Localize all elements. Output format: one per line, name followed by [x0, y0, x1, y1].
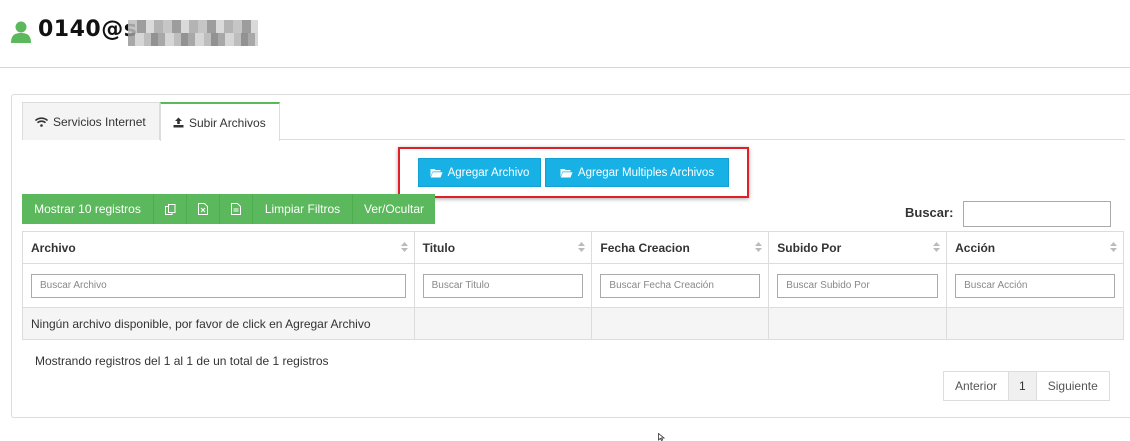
filter-fecha-input[interactable] [600, 273, 761, 298]
tab-label: Subir Archivos [189, 115, 266, 130]
records-info: Mostrando registros del 1 al 1 de un tot… [35, 354, 329, 368]
next-page-button[interactable]: Siguiente [1037, 372, 1109, 400]
copy-icon [164, 203, 175, 215]
page-header: 0140@s [0, 0, 1130, 68]
export-file-button[interactable] [220, 194, 253, 224]
table-header-row: Archivo Titulo Fecha Creacion Subido Por… [22, 231, 1124, 264]
file-icon [231, 203, 241, 215]
search-label: Buscar: [905, 205, 954, 220]
sort-icon [933, 242, 941, 252]
column-header-accion[interactable]: Acción [946, 231, 1124, 264]
filter-row [22, 263, 1124, 308]
tab-label: Servicios Internet [53, 114, 146, 129]
search-input[interactable] [963, 201, 1111, 227]
table-row: Ningún archivo disponible, por favor de … [22, 307, 1124, 340]
filter-accion-input[interactable] [955, 273, 1115, 298]
excel-file-icon [198, 203, 208, 215]
tab-subir-archivos[interactable]: Subir Archivos [160, 102, 280, 141]
sort-icon [578, 242, 586, 252]
upload-icon [173, 117, 184, 128]
folder-open-icon [560, 168, 573, 177]
user-icon [11, 21, 31, 43]
redacted-username [128, 20, 258, 46]
copy-button[interactable] [154, 194, 187, 224]
empty-message: Ningún archivo disponible, por favor de … [22, 307, 415, 340]
column-header-archivo[interactable]: Archivo [22, 231, 415, 264]
page-button-1[interactable]: 1 [1009, 372, 1037, 400]
pagination: Anterior 1 Siguiente [943, 371, 1110, 401]
tab-servicios-internet[interactable]: Servicios Internet [22, 102, 160, 140]
toggle-columns-button[interactable]: Ver/Ocultar [353, 194, 435, 224]
table-toolbar: Mostrar 10 registros Limpiar Filtros Ver… [22, 194, 435, 224]
filter-archivo-input[interactable] [31, 273, 406, 298]
column-header-fecha-creacion[interactable]: Fecha Creacion [591, 231, 770, 264]
excel-button[interactable] [187, 194, 220, 224]
files-table: Archivo Titulo Fecha Creacion Subido Por… [22, 231, 1124, 340]
add-multiple-files-button[interactable]: Agregar Multiples Archivos [545, 158, 729, 187]
sort-icon [1110, 242, 1117, 252]
column-header-titulo[interactable]: Titulo [413, 231, 593, 264]
add-multiple-label: Agregar Multiples Archivos [577, 166, 715, 179]
folder-open-icon [430, 168, 443, 177]
clear-filters-button[interactable]: Limpiar Filtros [253, 194, 353, 224]
username: 0140@s [38, 17, 138, 42]
prev-page-button[interactable]: Anterior [944, 372, 1010, 400]
wifi-icon [35, 116, 48, 127]
filter-subido-input[interactable] [777, 273, 939, 298]
sort-icon [400, 242, 408, 252]
column-header-subido-por[interactable]: Subido Por [768, 231, 948, 264]
show-records-button[interactable]: Mostrar 10 registros [22, 194, 154, 224]
sort-icon [755, 242, 763, 252]
add-file-label: Agregar Archivo [447, 166, 530, 179]
filter-titulo-input[interactable] [422, 273, 584, 298]
add-file-button[interactable]: Agregar Archivo [418, 158, 541, 187]
